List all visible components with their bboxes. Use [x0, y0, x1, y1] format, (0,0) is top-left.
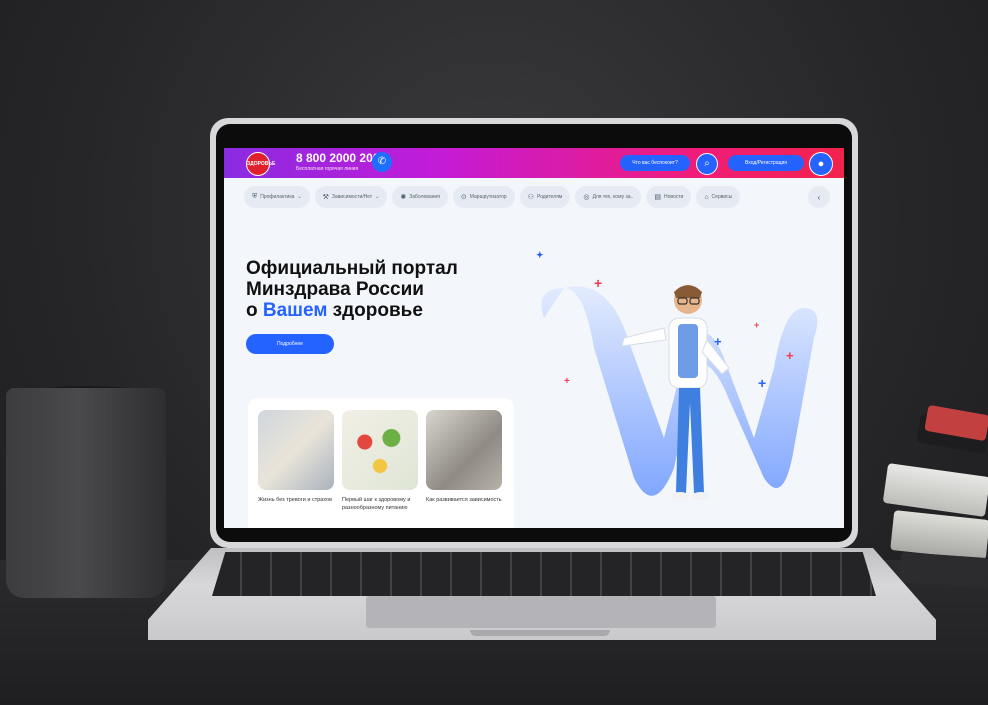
chevron-down-icon: ⌄: [375, 194, 380, 200]
hero-line-3-pre: о: [246, 300, 263, 321]
pin-icon: ⊙: [460, 194, 467, 201]
user-icon[interactable]: ●: [809, 152, 833, 176]
chevron-left-icon[interactable]: ‹: [808, 186, 830, 208]
hero-line-2: Минздрава России: [246, 279, 424, 300]
article-title: Первый шаг к здоровому и разнообразному …: [342, 497, 411, 511]
main-nav: ⛨ Профилактика ⌄ ⚒ Зависимости/Нет ⌄ ✺ З…: [244, 184, 830, 210]
family-icon: ⚇: [527, 194, 534, 201]
article-card[interactable]: Первый шаг к здоровому и разнообразному …: [342, 410, 418, 512]
article-card[interactable]: Как развивается зависимость: [426, 410, 502, 504]
svg-text:+: +: [758, 375, 766, 391]
chevron-down-icon: ⌄: [297, 194, 302, 200]
hero-line-3-post: здоровье: [327, 300, 423, 321]
search-icon[interactable]: ⌕: [696, 153, 718, 175]
site-logo[interactable]: ЗДОРОВЬЕ: [246, 152, 275, 176]
coffee-mug: [6, 388, 166, 598]
nav-label: Сервисы: [711, 194, 733, 200]
article-image: [258, 410, 334, 490]
svg-text:✦: ✦: [536, 250, 544, 260]
services-icon: ⌂: [704, 193, 709, 201]
nav-label: Маршрутизатор: [469, 194, 507, 200]
hero-accent-word: Вашем: [262, 300, 328, 321]
article-card[interactable]: Жизнь без тревоги и страхов: [258, 410, 334, 504]
svg-text:+: +: [754, 320, 759, 330]
nav-item-diseases[interactable]: ✺ Заболевания: [392, 186, 448, 208]
article-title: Жизнь без тревоги и страхов: [258, 497, 332, 503]
news-icon: ▤: [654, 194, 661, 201]
doctor-illustration: + + + + + + ✦: [536, 250, 818, 500]
nav-item-parents[interactable]: ⚇ Родителям: [519, 186, 571, 208]
nav-item-addictions[interactable]: ⚒ Зависимости/Нет ⌄: [314, 186, 388, 208]
nav-item-news[interactable]: ▤ Новости: [646, 186, 692, 208]
svg-text:+: +: [594, 275, 602, 291]
tools-icon: ⚒: [322, 194, 329, 201]
nav-item-prevention[interactable]: ⛨ Профилактика ⌄: [244, 186, 310, 208]
article-title: Как развивается зависимость: [426, 497, 502, 503]
nav-label: Профилактика: [260, 194, 295, 200]
laptop-notch: [470, 630, 610, 636]
svg-text:+: +: [714, 334, 722, 349]
svg-text:+: +: [564, 376, 570, 387]
phone-icon[interactable]: ✆: [372, 152, 392, 172]
hotline-number[interactable]: 8 800 2000 200: [296, 151, 379, 165]
article-image: [426, 410, 502, 490]
article-image: [342, 410, 418, 490]
hero-line-1: Официальный портал: [246, 258, 458, 279]
worry-button[interactable]: Что вас беспокоит?: [620, 155, 690, 171]
laptop-trackpad: [366, 596, 716, 628]
hero-line-3: о Вашем здоровье: [246, 300, 516, 321]
article-cards: Жизнь без тревоги и страхов Первый шаг к…: [248, 398, 514, 528]
book: [899, 551, 988, 589]
nav-label: Зависимости/Нет: [331, 194, 373, 200]
nav-item-router[interactable]: ⊙ Маршрутизатор: [452, 186, 515, 208]
nav-label: Новости: [663, 194, 684, 200]
top-header: ЗДОРОВЬЕ 8 800 2000 200 Бесплатная горяч…: [224, 148, 844, 178]
more-button[interactable]: Подробнее: [246, 334, 334, 354]
laptop-keyboard: [212, 552, 876, 596]
laptop-screen: ЗДОРОВЬЕ 8 800 2000 200 Бесплатная горяч…: [224, 148, 844, 528]
login-button[interactable]: Вход/Регистрация: [728, 155, 804, 171]
plus-decorations: + + + + + + ✦: [536, 250, 794, 391]
hero-heading: Официальный портал Минздрава России о Ва…: [246, 258, 516, 321]
nav-label: Родителям: [536, 194, 563, 200]
hotline-caption: Бесплатная горячая линия: [296, 166, 359, 172]
nav-label: Заболевания: [409, 194, 440, 200]
nav-label: Для тех, кому за..: [592, 194, 634, 200]
nav-item-services[interactable]: ⌂ Сервисы: [696, 186, 741, 208]
virus-icon: ✺: [400, 194, 407, 201]
shield-icon: ⛨: [252, 193, 258, 200]
svg-text:+: +: [786, 348, 794, 363]
age-icon: ◎: [583, 194, 590, 201]
nav-item-seniors[interactable]: ◎ Для тех, кому за..: [575, 186, 642, 208]
